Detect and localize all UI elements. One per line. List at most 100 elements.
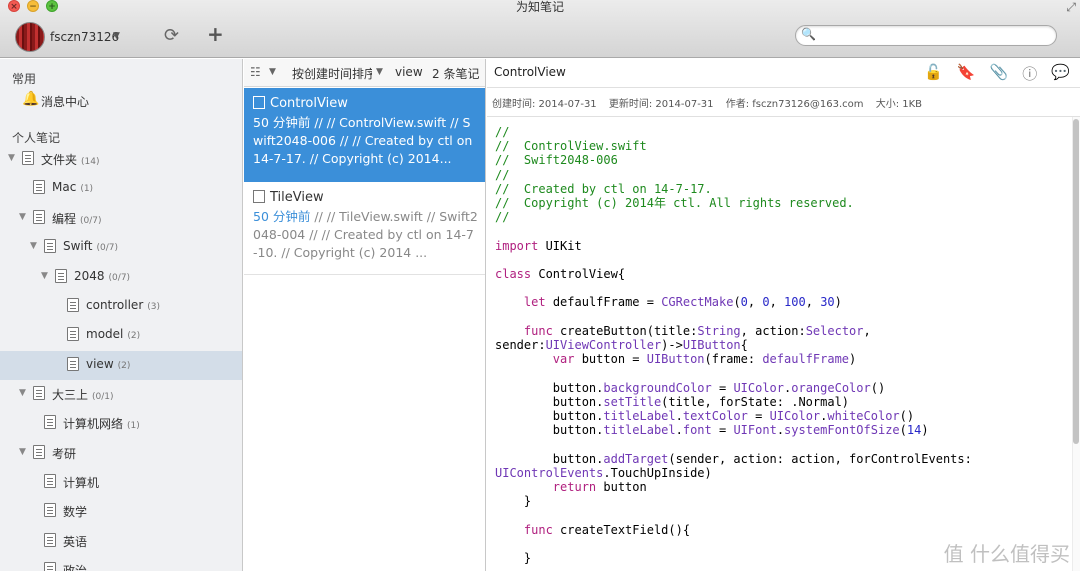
folder-icon bbox=[55, 269, 67, 283]
sidebar-item-mac[interactable]: Mac (1) bbox=[0, 174, 242, 203]
folder-icon bbox=[44, 239, 56, 253]
sidebar-item-english[interactable]: 英语 bbox=[0, 527, 242, 556]
sidebar-item-junior-fall[interactable]: ▼ 大三上 (0/1) bbox=[0, 380, 242, 409]
info-icon[interactable]: ⓘ bbox=[1022, 63, 1037, 84]
window-title: 为知笔记 bbox=[515, 0, 564, 14]
lock-icon[interactable]: 🔓 bbox=[924, 63, 943, 84]
sidebar-item-label: 消息中心 bbox=[41, 95, 90, 109]
sort-dropdown[interactable]: 按创建时间排序 bbox=[292, 65, 372, 82]
note-count: 2 条笔记 bbox=[432, 67, 480, 81]
folder-icon bbox=[22, 151, 34, 165]
sync-icon[interactable]: ⟳ bbox=[164, 25, 179, 46]
folder-icon bbox=[67, 357, 79, 371]
section-header-personal: 个人笔记 bbox=[12, 131, 61, 145]
sidebar-item-label: Swift bbox=[63, 239, 93, 253]
sidebar-item-count: (0/7) bbox=[96, 243, 118, 253]
sidebar-item-label: 计算机网络 bbox=[63, 417, 124, 431]
note-title: TileView bbox=[270, 190, 324, 205]
chevron-down-icon[interactable]: ▼ bbox=[376, 67, 383, 77]
sidebar-item-label: 计算机 bbox=[63, 476, 100, 490]
bookmark-icon[interactable]: 🔖 bbox=[957, 63, 976, 84]
chevron-down-icon[interactable]: ▼ bbox=[19, 212, 26, 222]
scrollbar-thumb[interactable] bbox=[1073, 119, 1079, 444]
sidebar-item-math[interactable]: 数学 bbox=[0, 497, 242, 526]
sidebar-item-programming[interactable]: ▼ 编程 (0/7) bbox=[0, 204, 242, 233]
watermark: 值 什么值得买 bbox=[943, 542, 1070, 566]
folder-icon bbox=[44, 415, 56, 429]
folder-icon bbox=[33, 445, 45, 459]
sidebar-item-label: model bbox=[86, 327, 124, 341]
divider bbox=[244, 274, 485, 275]
sidebar-item-controller[interactable]: controller (3) bbox=[0, 292, 242, 321]
note-title-field[interactable]: ControlView bbox=[494, 65, 566, 79]
title-bar: × − + 为知笔记 ⤢ fsczn73126 ▼ ⟳ + 🔍 bbox=[0, 0, 1080, 58]
chevron-down-icon[interactable]: ▼ bbox=[269, 67, 276, 77]
sidebar-item-count: (2) bbox=[117, 361, 131, 371]
sidebar-item-count: (0/1) bbox=[92, 392, 114, 402]
updated-time: 更新时间: 2014-07-31 bbox=[608, 99, 714, 110]
sidebar-item-label: Mac bbox=[52, 180, 77, 194]
divider bbox=[487, 116, 1080, 117]
note-content[interactable]: // // ControlView.swift // Swift2048-006… bbox=[495, 125, 1073, 565]
sidebar-item-kaoyan[interactable]: ▼ 考研 bbox=[0, 439, 242, 468]
sidebar-item-count: (1) bbox=[127, 421, 140, 431]
editor-toolbar: 🔓 🔖 📎 ⓘ 💬 bbox=[924, 63, 1070, 84]
note-icon bbox=[253, 96, 265, 109]
folder-icon bbox=[33, 386, 45, 400]
sidebar-item-label: 文件夹 bbox=[41, 153, 78, 167]
sidebar-item-label: 编程 bbox=[52, 212, 77, 226]
chevron-down-icon[interactable]: ▼ bbox=[30, 241, 37, 251]
sidebar-item-computer-network[interactable]: 计算机网络 (1) bbox=[0, 409, 242, 438]
folder-icon bbox=[44, 562, 56, 571]
folder-icon bbox=[44, 503, 56, 517]
note-metadata: 创建时间: 2014-07-31 更新时间: 2014-07-31 作者: fs… bbox=[492, 95, 931, 110]
chevron-down-icon[interactable]: ▼ bbox=[19, 388, 26, 398]
note-time: 50 分钟前 bbox=[253, 115, 311, 130]
created-time: 创建时间: 2014-07-31 bbox=[492, 99, 597, 110]
note-list: ☷ ▼ 按创建时间排序 ▼ view 2 条笔记 ControlView 50 … bbox=[244, 59, 486, 571]
sidebar-item-swift[interactable]: ▼ Swift (0/7) bbox=[0, 233, 242, 262]
username[interactable]: fsczn73126 bbox=[50, 30, 119, 44]
chevron-down-icon[interactable]: ▼ bbox=[19, 447, 26, 457]
sidebar-item-view[interactable]: view (2) bbox=[0, 351, 242, 380]
sidebar-item-folders[interactable]: ▼ 文件夹 (14) bbox=[0, 145, 242, 174]
list-item[interactable]: ControlView 50 分钟前 // // ControlView.swi… bbox=[244, 88, 485, 182]
note-list-toolbar: ☷ ▼ 按创建时间排序 ▼ view 2 条笔记 bbox=[244, 59, 485, 87]
fullscreen-icon[interactable]: ⤢ bbox=[1066, 0, 1076, 15]
folder-icon bbox=[67, 298, 79, 312]
sidebar-item-message-center[interactable]: 🔔 消息中心 bbox=[0, 87, 242, 116]
comment-icon[interactable]: 💬 bbox=[1051, 63, 1070, 84]
folder-icon bbox=[44, 533, 56, 547]
search-input[interactable]: 🔍 bbox=[795, 25, 1057, 46]
sidebar-item-label: 英语 bbox=[63, 535, 88, 549]
sidebar-item-computer[interactable]: 计算机 bbox=[0, 468, 242, 497]
current-folder-label: view bbox=[395, 65, 423, 79]
sidebar-item-label: 数学 bbox=[63, 505, 88, 519]
add-icon[interactable]: + bbox=[207, 22, 224, 46]
sidebar-item-label: 2048 bbox=[74, 269, 105, 283]
search-icon: 🔍 bbox=[801, 27, 816, 41]
folder-icon bbox=[33, 180, 45, 194]
sidebar-item-2048[interactable]: ▼ 2048 (0/7) bbox=[0, 263, 242, 292]
author: 作者: fsczn73126@163.com bbox=[725, 99, 864, 110]
sidebar-item-label: 政治 bbox=[63, 564, 88, 571]
sidebar-item-count: (1) bbox=[80, 184, 94, 194]
sidebar-item-count: (2) bbox=[127, 331, 141, 341]
bell-icon: 🔔 bbox=[22, 91, 40, 107]
view-mode-icon[interactable]: ☷ bbox=[250, 65, 261, 79]
sidebar-item-label: controller bbox=[86, 298, 144, 312]
chevron-down-icon[interactable]: ▼ bbox=[113, 31, 120, 41]
note-title: ControlView bbox=[270, 96, 348, 111]
chevron-down-icon[interactable]: ▼ bbox=[41, 271, 48, 281]
sidebar-item-politics[interactable]: 政治 bbox=[0, 556, 242, 571]
list-item[interactable]: TileView 50 分钟前 // // TileView.swift // … bbox=[244, 182, 485, 276]
sidebar-item-model[interactable]: model (2) bbox=[0, 321, 242, 350]
sidebar: 常用 🔔 消息中心 个人笔记 ▼ 文件夹 (14) Mac (1) ▼ 编程 (0/7… bbox=[0, 59, 243, 571]
divider bbox=[487, 87, 1080, 88]
attachment-icon[interactable]: 📎 bbox=[990, 63, 1009, 84]
sidebar-item-count: (3) bbox=[147, 302, 160, 312]
note-editor: ControlView 🔓 🔖 📎 ⓘ 💬 创建时间: 2014-07-31 更… bbox=[487, 59, 1080, 571]
section-header-common: 常用 bbox=[12, 72, 37, 86]
chevron-down-icon[interactable]: ▼ bbox=[8, 153, 15, 163]
avatar[interactable] bbox=[15, 22, 45, 52]
